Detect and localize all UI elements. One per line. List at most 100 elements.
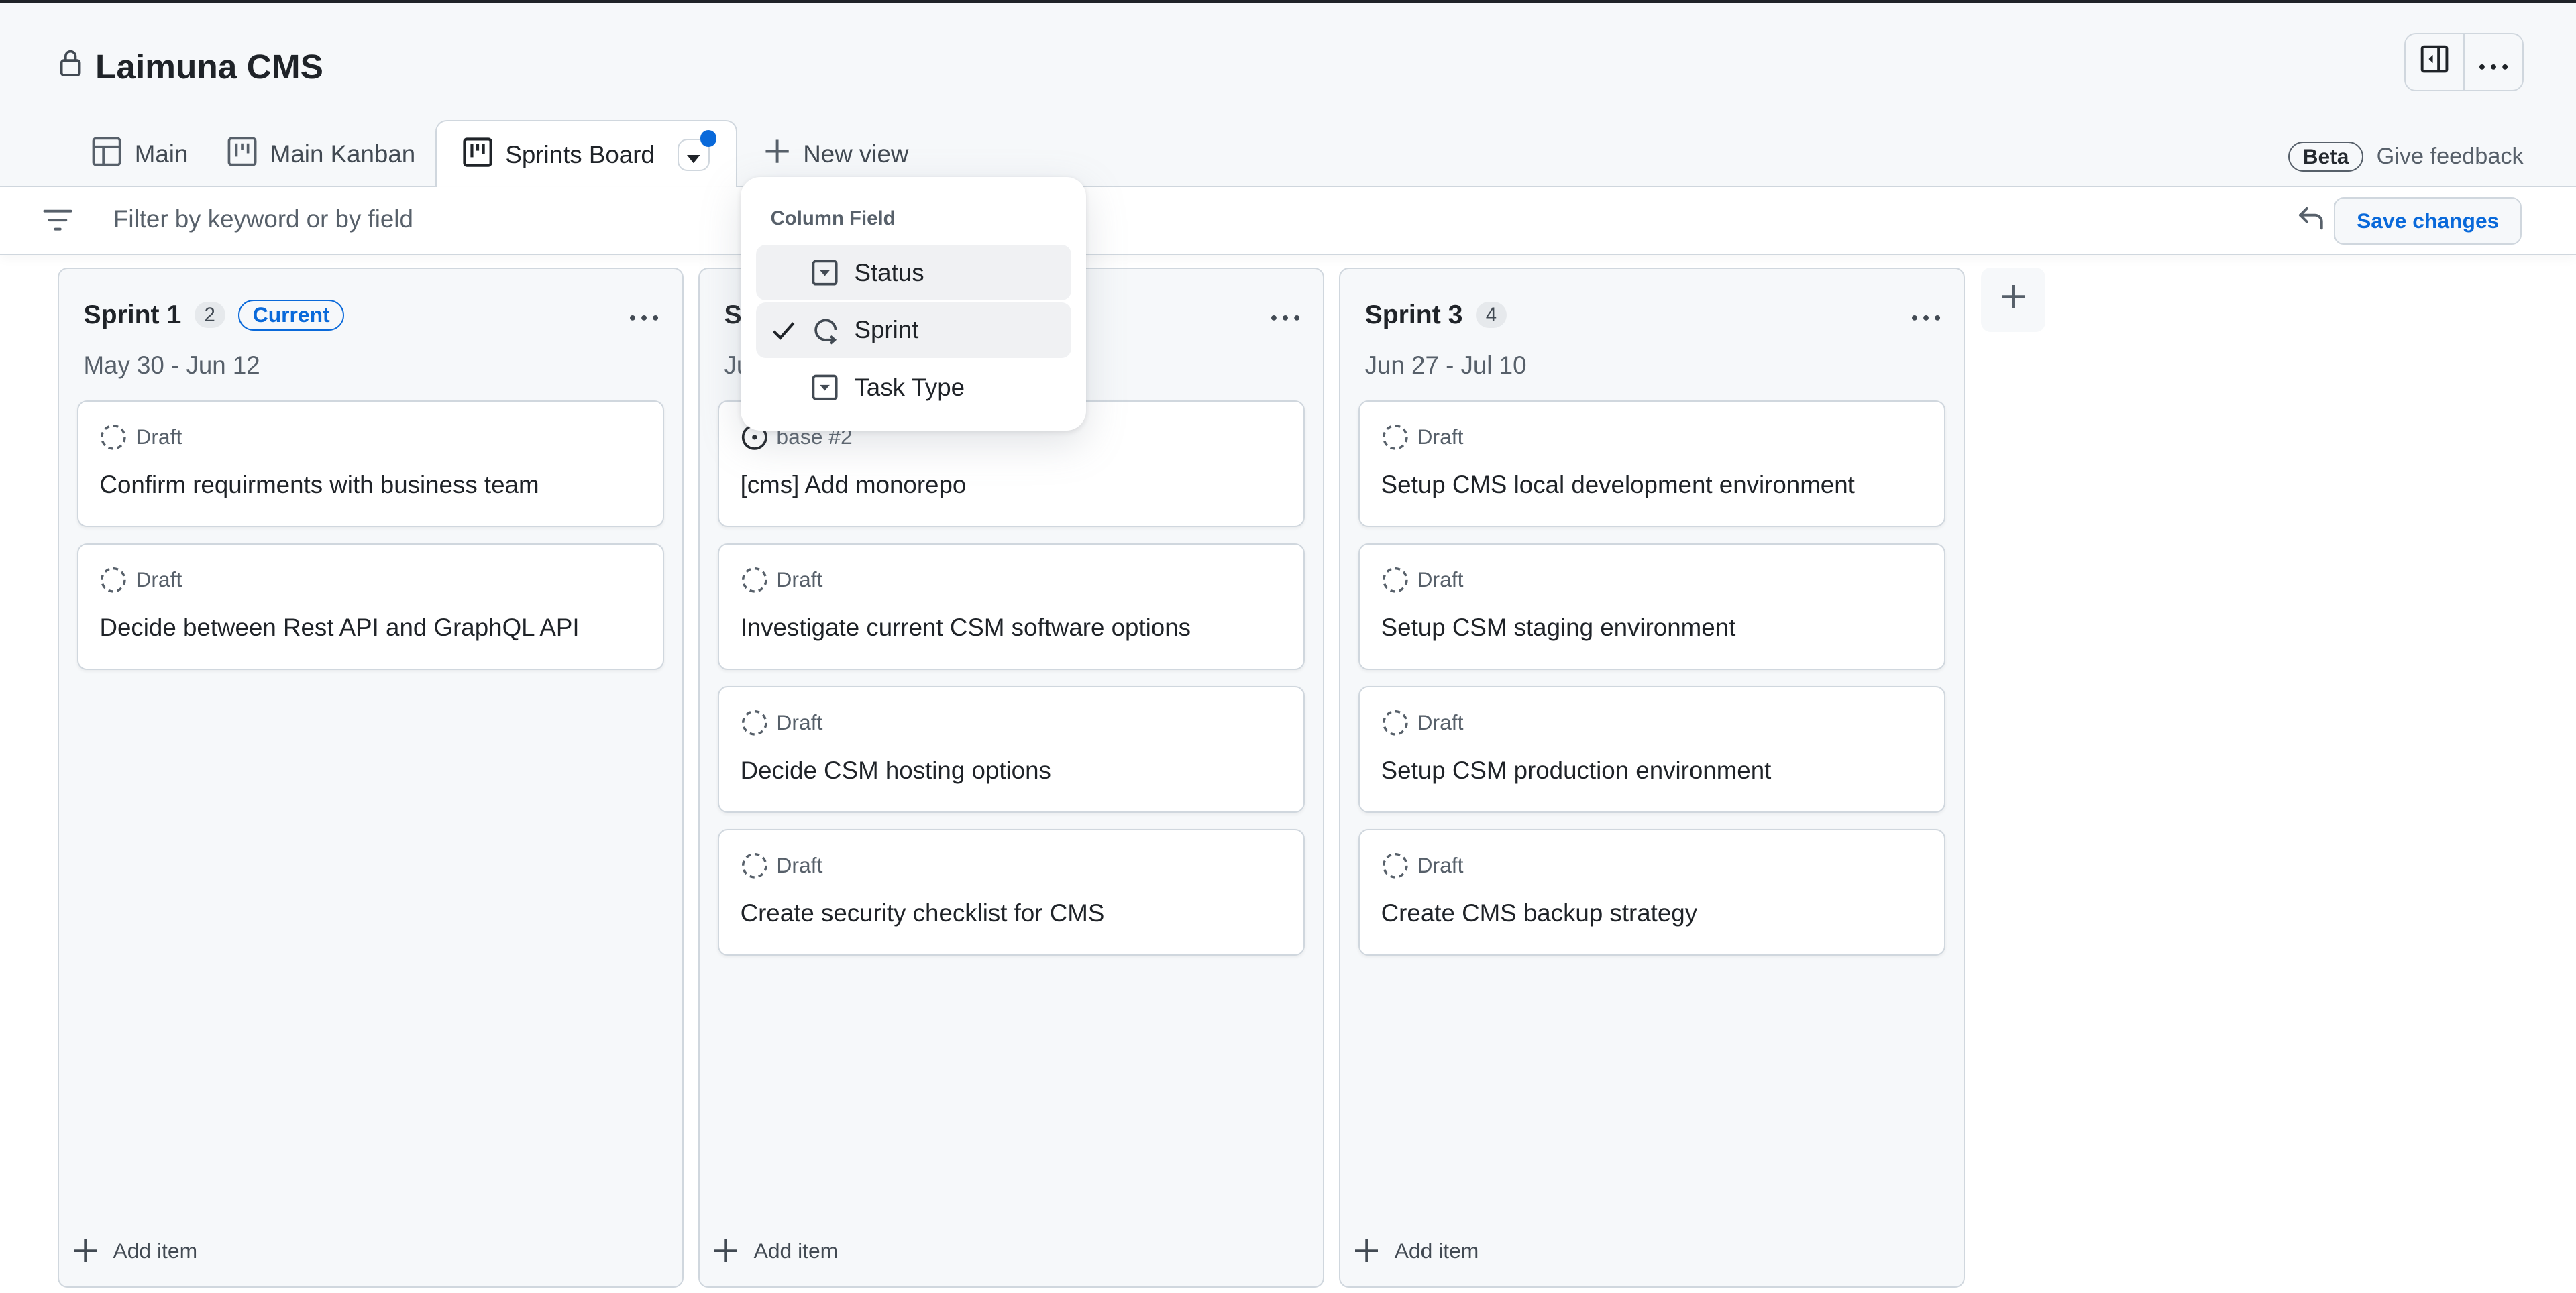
card-title[interactable]: Setup CMS local development environment bbox=[1381, 471, 1923, 499]
draft-issue-icon bbox=[1381, 852, 1409, 880]
board-card[interactable]: Draft Investigate current CSM software o… bbox=[717, 543, 1305, 670]
draft-issue-icon bbox=[99, 423, 127, 451]
project-header: Laimuna CMS Main Main Kanban Sprints Boa… bbox=[0, 3, 2576, 189]
card-meta-label: Draft bbox=[1417, 853, 1464, 878]
board-card[interactable]: Draft Decide between Rest API and GraphQ… bbox=[76, 543, 664, 670]
column-menu-button[interactable] bbox=[1271, 298, 1300, 328]
card-meta: Draft bbox=[1381, 852, 1923, 880]
card-title[interactable]: [cms] Add monorepo bbox=[741, 471, 1283, 499]
filter-icon[interactable] bbox=[43, 209, 72, 238]
filter-bar: Save changes bbox=[0, 187, 2576, 255]
plus-icon bbox=[764, 138, 790, 170]
board-card[interactable]: Draft Decide CSM hosting options bbox=[717, 686, 1305, 813]
sprint-dates: Jun 27 - Jul 10 bbox=[1364, 351, 1527, 379]
card-meta: Draft bbox=[1381, 566, 1923, 594]
board-column: Sprint 3 4 Jun 27 - Jul 10 Draft Setup C… bbox=[1338, 268, 1965, 1288]
card-title[interactable]: Confirm requirments with business team bbox=[99, 471, 641, 499]
tab-main-kanban[interactable]: Main Kanban bbox=[208, 121, 435, 187]
tab-sprints-board[interactable]: Sprints Board bbox=[435, 119, 738, 189]
card-meta: Draft bbox=[741, 566, 1283, 594]
draft-issue-icon bbox=[1381, 566, 1409, 594]
add-column-button[interactable] bbox=[1981, 268, 2045, 332]
card-title[interactable]: Setup CSM production environment bbox=[1381, 756, 1923, 785]
undo-icon[interactable] bbox=[2297, 205, 2326, 238]
add-item-button[interactable]: Add item bbox=[714, 1239, 838, 1263]
table-icon bbox=[92, 137, 121, 172]
item-count: 2 bbox=[194, 302, 225, 329]
kebab-horizontal-icon bbox=[2479, 48, 2508, 77]
card-meta: Draft bbox=[1381, 709, 1923, 737]
card-meta-label: Draft bbox=[136, 567, 182, 592]
menu-item-label: Sprint bbox=[854, 316, 919, 344]
card-meta-label: Draft bbox=[136, 425, 182, 449]
lock-icon bbox=[59, 49, 82, 84]
plus-icon bbox=[714, 1239, 738, 1263]
card-title[interactable]: Investigate current CSM software options bbox=[741, 614, 1283, 642]
sidebar-expand-icon bbox=[2420, 44, 2449, 80]
unsaved-changes-indicator bbox=[700, 130, 717, 147]
card-title[interactable]: Decide between Rest API and GraphQL API bbox=[99, 614, 641, 642]
board-card[interactable]: Draft Create CMS backup strategy bbox=[1358, 829, 1946, 956]
board-card[interactable]: Draft Create security checklist for CMS bbox=[717, 829, 1305, 956]
column-menu-button[interactable] bbox=[1911, 298, 1941, 328]
more-options-button[interactable] bbox=[2463, 34, 2522, 91]
menu-item-label: Task Type bbox=[854, 373, 965, 401]
menu-item-label: Status bbox=[854, 258, 924, 286]
project-title: Laimuna CMS bbox=[59, 46, 323, 87]
card-title[interactable]: Create CMS backup strategy bbox=[1381, 899, 1923, 927]
board-card[interactable]: Draft Confirm requirments with business … bbox=[76, 400, 664, 527]
menu-item-sprint[interactable]: Sprint bbox=[755, 302, 1071, 358]
menu-item-status[interactable]: Status bbox=[755, 244, 1071, 301]
column-title: Sprint 1 bbox=[83, 300, 182, 329]
toggle-side-panel-button[interactable] bbox=[2406, 34, 2463, 90]
kebab-horizontal-icon bbox=[1911, 315, 1940, 321]
menu-item-task-type[interactable]: Task Type bbox=[756, 359, 1071, 415]
draft-issue-icon bbox=[99, 566, 127, 594]
card-meta: Draft bbox=[99, 423, 641, 451]
kebab-horizontal-icon bbox=[1271, 315, 1299, 321]
board-card[interactable]: Draft Setup CMS local development enviro… bbox=[1358, 400, 1946, 527]
add-item-label: Add item bbox=[1394, 1238, 1479, 1263]
card-title[interactable]: Create security checklist for CMS bbox=[741, 899, 1283, 927]
tab-label: Sprints Board bbox=[505, 141, 655, 169]
add-item-label: Add item bbox=[753, 1238, 839, 1263]
menu-items: Status Sprint Task Type bbox=[755, 244, 1071, 417]
kebab-horizontal-icon bbox=[630, 315, 659, 321]
card-meta-label: Draft bbox=[1417, 425, 1464, 449]
app-root: Laimuna CMS Main Main Kanban Sprints Boa… bbox=[0, 0, 2576, 1293]
triangle-down-icon bbox=[687, 141, 700, 169]
card-meta: Draft bbox=[99, 566, 641, 594]
board-column: Sprint 1 2 Current May 30 - Jun 12 Draft… bbox=[57, 268, 684, 1288]
single-select-icon bbox=[812, 260, 855, 286]
column-header: Sprint 3 4 bbox=[1340, 269, 1964, 331]
draft-issue-icon bbox=[741, 709, 769, 737]
column-field-menu: Column Field Status Sprint Task Type bbox=[741, 177, 1086, 431]
board-card[interactable]: Draft Setup CSM production environment bbox=[1358, 686, 1946, 813]
card-meta-label: Draft bbox=[776, 710, 823, 735]
tab-main[interactable]: Main bbox=[72, 121, 208, 187]
column-title: Sprint 3 bbox=[1364, 300, 1463, 329]
check-icon bbox=[756, 321, 812, 340]
card-title[interactable]: Setup CSM staging environment bbox=[1381, 614, 1923, 642]
add-item-label: Add item bbox=[113, 1238, 198, 1263]
header-actions bbox=[2404, 32, 2524, 92]
board-card[interactable]: Draft Setup CSM staging environment bbox=[1358, 543, 1946, 670]
view-options-button[interactable] bbox=[678, 130, 717, 172]
current-badge: Current bbox=[238, 299, 345, 331]
menu-heading: Column Field bbox=[770, 207, 896, 229]
give-feedback-link[interactable]: Give feedback bbox=[2377, 144, 2524, 170]
project-board-icon bbox=[227, 137, 257, 172]
plus-icon bbox=[73, 1239, 97, 1263]
iterations-icon bbox=[812, 315, 855, 345]
sprint-dates: May 30 - Jun 12 bbox=[83, 351, 260, 379]
column-menu-button[interactable] bbox=[629, 298, 659, 328]
card-meta-label: Draft bbox=[776, 567, 823, 592]
project-board-icon bbox=[463, 137, 492, 173]
plus-icon bbox=[2002, 284, 2025, 315]
card-title[interactable]: Decide CSM hosting options bbox=[741, 756, 1283, 785]
save-changes-button[interactable]: Save changes bbox=[2334, 196, 2522, 245]
add-item-button[interactable]: Add item bbox=[1354, 1238, 1479, 1263]
card-meta-label: Draft bbox=[1417, 710, 1464, 735]
add-item-button[interactable]: Add item bbox=[73, 1238, 198, 1263]
tab-label: Main Kanban bbox=[270, 140, 416, 168]
